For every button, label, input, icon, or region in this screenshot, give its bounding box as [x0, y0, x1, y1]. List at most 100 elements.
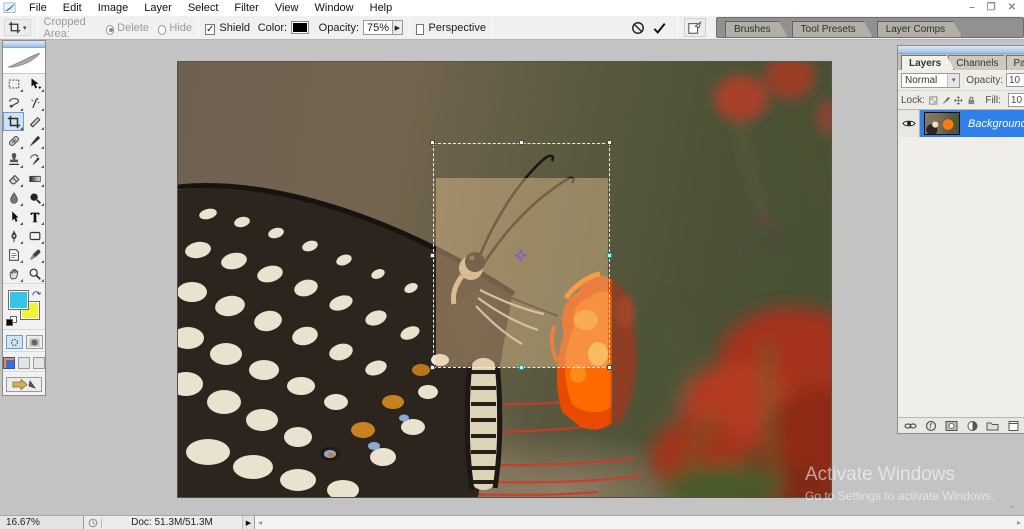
- crop-handle-top-right[interactable]: [607, 140, 612, 145]
- crop-handle-bottom-left[interactable]: [430, 365, 435, 370]
- tool-magic-wand[interactable]: [24, 93, 45, 112]
- layer-row-background[interactable]: Background: [898, 110, 1024, 137]
- quick-mask-mode-button[interactable]: [26, 335, 43, 349]
- minimize-button[interactable]: –: [969, 2, 975, 13]
- new-group-icon[interactable]: [986, 420, 999, 432]
- crop-handle-middle-right[interactable]: [607, 253, 612, 258]
- tab-brushes[interactable]: Brushes: [725, 21, 788, 37]
- lock-all-icon[interactable]: [967, 95, 976, 106]
- blend-mode-select[interactable]: Normal ▾: [901, 73, 960, 88]
- menu-select[interactable]: Select: [180, 2, 227, 14]
- toolbox-title-bar[interactable]: [3, 41, 45, 48]
- swap-colors-icon[interactable]: [31, 288, 42, 298]
- tool-move[interactable]: [24, 74, 45, 93]
- default-colors-icon[interactable]: [6, 316, 18, 327]
- cancel-crop-button[interactable]: [627, 18, 649, 37]
- tool-dodge[interactable]: [24, 188, 45, 207]
- hide-radio[interactable]: [158, 25, 166, 35]
- tool-healing-brush[interactable]: [3, 131, 24, 150]
- layer-mask-icon[interactable]: [945, 420, 958, 432]
- perspective-checkbox[interactable]: [416, 24, 425, 35]
- standard-screen-mode-button[interactable]: [3, 357, 15, 369]
- tool-blur[interactable]: [3, 188, 24, 207]
- layer-style-icon[interactable]: f: [925, 420, 938, 432]
- crop-pivot-point[interactable]: [514, 249, 527, 262]
- tool-history-brush[interactable]: [24, 150, 45, 169]
- tool-notes[interactable]: [3, 245, 24, 264]
- crop-handle-top-center[interactable]: [519, 140, 524, 145]
- go-to-bridge-button[interactable]: [684, 18, 706, 37]
- menu-file[interactable]: File: [21, 2, 55, 14]
- tool-eraser[interactable]: [3, 169, 24, 188]
- vertical-scrollbar-down-arrow[interactable]: ⌄: [1008, 500, 1016, 511]
- menu-image[interactable]: Image: [90, 2, 137, 14]
- zoom-level-field[interactable]: 16.67%: [0, 516, 84, 529]
- tab-channels[interactable]: Channels: [948, 55, 1011, 70]
- shield-checkbox[interactable]: ✓: [205, 24, 215, 35]
- tab-layer-comps[interactable]: Layer Comps: [877, 21, 962, 37]
- tool-clone-stamp[interactable]: [3, 150, 24, 169]
- menu-layer[interactable]: Layer: [136, 2, 180, 14]
- close-button[interactable]: ✕: [1008, 2, 1016, 13]
- foreground-color-swatch[interactable]: [8, 290, 29, 310]
- layer-fill-input[interactable]: 10: [1008, 93, 1024, 107]
- menu-edit[interactable]: Edit: [55, 2, 90, 14]
- tool-zoom[interactable]: [24, 264, 45, 283]
- tool-shape[interactable]: [24, 226, 45, 245]
- tab-layers[interactable]: Layers: [901, 55, 954, 70]
- new-layer-icon[interactable]: [1007, 420, 1020, 432]
- layers-panel-title-bar[interactable]: [898, 46, 1024, 54]
- commit-crop-button[interactable]: [649, 18, 671, 37]
- link-layers-icon[interactable]: [904, 420, 917, 432]
- cancel-icon: [631, 21, 645, 35]
- fullscreen-mode-button[interactable]: [33, 357, 45, 369]
- tool-gradient[interactable]: [24, 169, 45, 188]
- crop-handle-bottom-center[interactable]: [519, 365, 524, 370]
- menu-filter[interactable]: Filter: [226, 2, 266, 14]
- standard-mode-button[interactable]: [6, 335, 23, 349]
- document-size-info[interactable]: Doc: 51.3M/51.3M: [102, 517, 242, 528]
- photoshop-app-icon: [3, 2, 16, 14]
- horizontal-scrollbar[interactable]: ◂ ▸: [255, 516, 1024, 529]
- layer-list: Background: [898, 110, 1024, 417]
- lock-pixels-icon[interactable]: [942, 95, 951, 106]
- menu-help[interactable]: Help: [362, 2, 401, 14]
- tab-paths[interactable]: Paths: [1006, 55, 1024, 70]
- tool-eyedropper[interactable]: [24, 245, 45, 264]
- tool-lasso[interactable]: [3, 93, 24, 112]
- layers-panel-tabs: Layers Channels Paths: [898, 54, 1024, 70]
- layer-thumbnail[interactable]: [924, 112, 960, 135]
- visibility-cell[interactable]: [898, 110, 920, 137]
- fullscreen-menubar-mode-button[interactable]: [18, 357, 30, 369]
- restore-button[interactable]: ❐: [987, 2, 996, 13]
- status-expand-arrow[interactable]: ▶: [242, 516, 255, 529]
- layer-opacity-input[interactable]: 10: [1006, 73, 1024, 87]
- tool-type[interactable]: [24, 207, 45, 226]
- tool-rectangular-marquee[interactable]: [3, 74, 24, 93]
- tool-crop[interactable]: [3, 112, 24, 131]
- menu-window[interactable]: Window: [307, 2, 362, 14]
- tool-path-selection[interactable]: [3, 207, 24, 226]
- document-canvas[interactable]: [178, 62, 831, 497]
- tool-hand[interactable]: [3, 264, 24, 283]
- scroll-right-arrow[interactable]: ▸: [1017, 518, 1021, 527]
- opacity-dropdown-arrow[interactable]: ▶: [393, 20, 403, 35]
- lock-transparency-icon[interactable]: [929, 95, 938, 106]
- tool-brush[interactable]: [24, 131, 45, 150]
- crop-handle-bottom-right[interactable]: [607, 365, 612, 370]
- tool-slice[interactable]: [24, 112, 45, 131]
- shield-color-swatch[interactable]: [291, 21, 308, 34]
- jump-to-imageready-button[interactable]: [6, 377, 42, 392]
- hide-radio-label: Hide: [169, 22, 192, 34]
- crop-handle-top-left[interactable]: [430, 140, 435, 145]
- adjustment-layer-icon[interactable]: [966, 420, 979, 432]
- opacity-input[interactable]: 75%: [363, 20, 393, 35]
- lock-position-icon[interactable]: [954, 95, 963, 106]
- tab-tool-presets[interactable]: Tool Presets: [792, 21, 873, 37]
- crop-tool-preset-button[interactable]: ▾: [4, 19, 31, 36]
- delete-radio[interactable]: [106, 25, 114, 35]
- menu-view[interactable]: View: [267, 2, 307, 14]
- scroll-left-arrow[interactable]: ◂: [258, 518, 262, 527]
- tool-pen[interactable]: [3, 226, 24, 245]
- crop-handle-middle-left[interactable]: [430, 253, 435, 258]
